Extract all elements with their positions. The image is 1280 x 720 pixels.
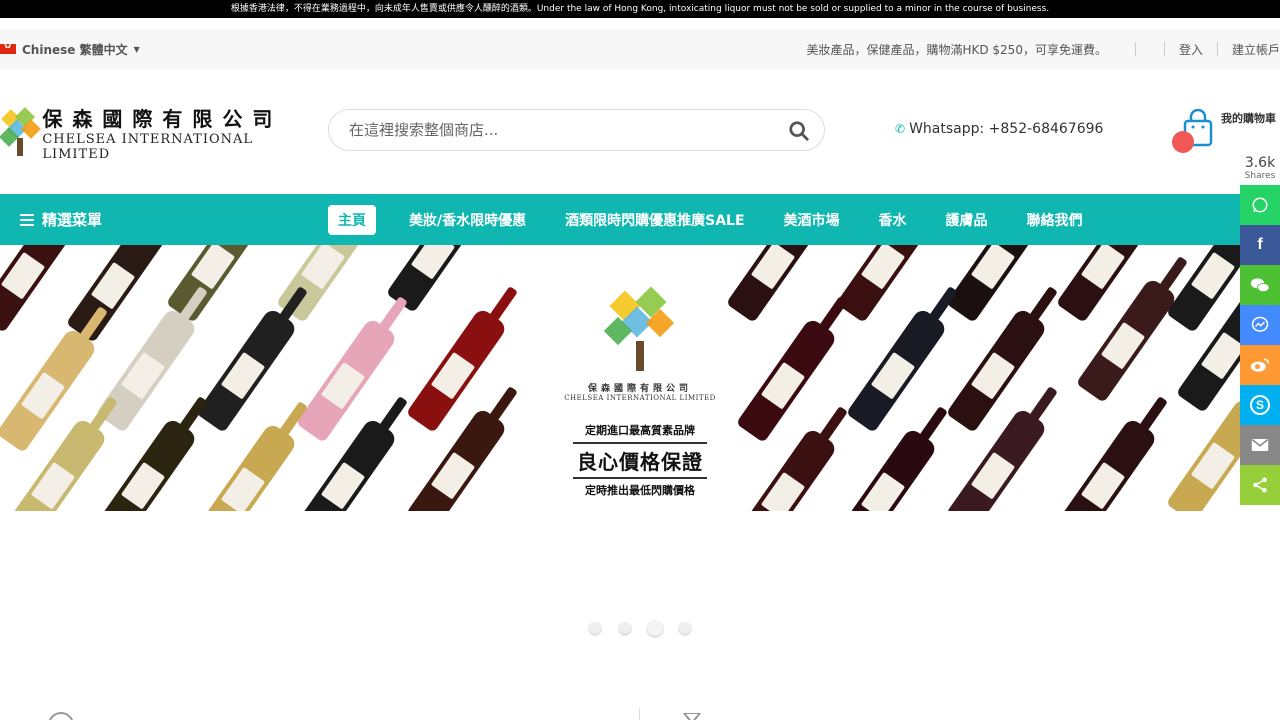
wine-bottle-image (95, 307, 199, 433)
search-input[interactable] (349, 121, 769, 139)
share-icon (1253, 477, 1267, 493)
whatsapp-share-button[interactable] (1240, 185, 1280, 225)
featured-menu-label: 精選菜單 (42, 211, 103, 229)
logo-english-text: CHELSEA INTERNATIONAL LIMITED (42, 131, 254, 162)
wine-glass-icon (681, 712, 708, 720)
banner-logo-tree-icon (600, 285, 680, 375)
divider (639, 708, 640, 720)
nav-item-wine-market[interactable]: 美酒市場 (774, 205, 850, 235)
features-strip (0, 708, 1280, 720)
wine-bottle-image (735, 317, 839, 443)
nav-item-wine-flash-sale[interactable]: 酒類限時閃購優惠推廣SALE (555, 205, 754, 235)
share-count-label: Shares (1244, 171, 1276, 181)
search-bar (328, 109, 825, 151)
divider (1163, 42, 1165, 56)
cart-count-badge (1172, 131, 1194, 153)
top-bar-links: 美妝產品，保健產品，購物滿HKD $250，可享免運費。 登入 建立帳戶 (806, 29, 1280, 69)
nav-item-skincare[interactable]: 護膚品 (936, 205, 998, 235)
whatsapp-icon (1252, 197, 1268, 213)
language-label: Chinese 繁體中文 (22, 42, 128, 57)
caret-down-icon: ▼ (133, 44, 140, 54)
wine-bottle-image (735, 427, 839, 511)
share-counter: 3.6k Shares (1240, 155, 1280, 181)
email-icon (1251, 439, 1269, 451)
slider-dot-active[interactable] (647, 620, 663, 636)
wine-bottle-image (65, 245, 169, 343)
banner-headline: 良心價格保證 (573, 442, 707, 479)
more-share-button[interactable] (1240, 465, 1280, 505)
legal-notice: 根據香港法律，不得在業務過程中，向未成年人售賣或供應令人醺醉的酒類。Under … (0, 0, 1280, 18)
banner-tagline-flash: 定時推出最低閃購價格 (585, 484, 695, 497)
hong-kong-flag-icon (0, 41, 16, 54)
phone-icon: ✆ (895, 122, 906, 136)
site-header: 保森國際有限公司 CHELSEA INTERNATIONAL LIMITED ✆… (0, 69, 1280, 194)
free-shipping-promo: 美妝產品，保健產品，購物滿HKD $250，可享免運費。 (806, 42, 1107, 57)
messenger-icon (1251, 316, 1269, 332)
wine-bottle-image (0, 245, 79, 333)
logo-tree-icon (0, 107, 41, 156)
nav-item-beauty-perfume-offers[interactable]: 美妝/香水限時優惠 (399, 205, 536, 235)
whatsapp-contact[interactable]: ✆ Whatsapp: +852-68467696 (895, 121, 1103, 137)
slider-dot[interactable] (679, 622, 691, 634)
slider-dot[interactable] (619, 622, 631, 634)
hero-banner[interactable]: 保森國際有限公司 CHELSEA INTERNATIONAL LIMITED 定… (0, 245, 1280, 511)
banner-logo-chinese: 保森國際有限公司 (587, 384, 692, 394)
skype-share-button[interactable]: S (1240, 385, 1280, 425)
nav-item-contact-us[interactable]: 聯絡我們 (1017, 205, 1093, 235)
wine-bottle-image (195, 422, 299, 511)
weibo-share-button[interactable] (1240, 345, 1280, 385)
wine-bottle-image (95, 417, 199, 511)
slider-pagination (587, 620, 697, 636)
featured-menu-toggle[interactable]: 精選菜單 (20, 194, 102, 245)
facebook-icon: f (1257, 236, 1263, 253)
slider-dot[interactable] (589, 622, 601, 634)
wine-bottle-image (835, 427, 939, 511)
divider (1216, 42, 1218, 56)
main-navigation: 精選菜單 主頁 美妝/香水限時優惠 酒類限時閃購優惠推廣SALE 美酒市場 香水… (0, 194, 1280, 245)
divider (1134, 42, 1136, 56)
email-share-button[interactable] (1240, 425, 1280, 465)
language-selector[interactable]: Chinese 繁體中文 ▼ (0, 29, 140, 69)
wine-bottle-image (725, 245, 829, 323)
wine-bottle-image (1055, 417, 1159, 511)
nav-menu: 主頁 美妝/香水限時優惠 酒類限時閃購優惠推廣SALE 美酒市場 香水 護膚品 … (328, 194, 1112, 245)
hamburger-icon (20, 213, 34, 226)
site-logo[interactable]: 保森國際有限公司 CHELSEA INTERNATIONAL LIMITED (0, 107, 300, 162)
top-bar: Chinese 繁體中文 ▼ 美妝產品，保健產品，購物滿HKD $250，可享免… (0, 29, 1280, 69)
share-count: 3.6k (1244, 155, 1276, 171)
social-share-bar: f S (1240, 185, 1280, 505)
banner-logo-english: CHELSEA INTERNATIONAL LIMITED (564, 394, 716, 402)
register-link[interactable]: 建立帳戶 (1232, 41, 1280, 58)
banner-tagline-import: 定期進口最高質素品牌 (585, 424, 695, 437)
search-icon[interactable] (788, 120, 810, 142)
logo-chinese-text: 保森國際有限公司 (42, 106, 283, 131)
wechat-share-button[interactable] (1240, 265, 1280, 305)
skype-icon: S (1250, 395, 1270, 415)
weibo-icon (1250, 358, 1270, 372)
cart-label: 我的購物車 (1221, 112, 1276, 125)
nav-item-perfume[interactable]: 香水 (869, 205, 917, 235)
login-link[interactable]: 登入 (1179, 41, 1203, 58)
mini-cart[interactable]: 我的購物車 (1172, 105, 1280, 155)
banner-brand-block: 保森國際有限公司 CHELSEA INTERNATIONAL LIMITED 定… (560, 285, 720, 511)
wechat-icon (1250, 278, 1270, 293)
messenger-share-button[interactable] (1240, 305, 1280, 345)
delivery-icon (48, 712, 74, 720)
facebook-share-button[interactable]: f (1240, 225, 1280, 265)
wine-bottle-image (195, 307, 299, 433)
whatsapp-number: Whatsapp: +852-68467696 (909, 121, 1104, 137)
nav-item-home[interactable]: 主頁 (328, 204, 376, 235)
